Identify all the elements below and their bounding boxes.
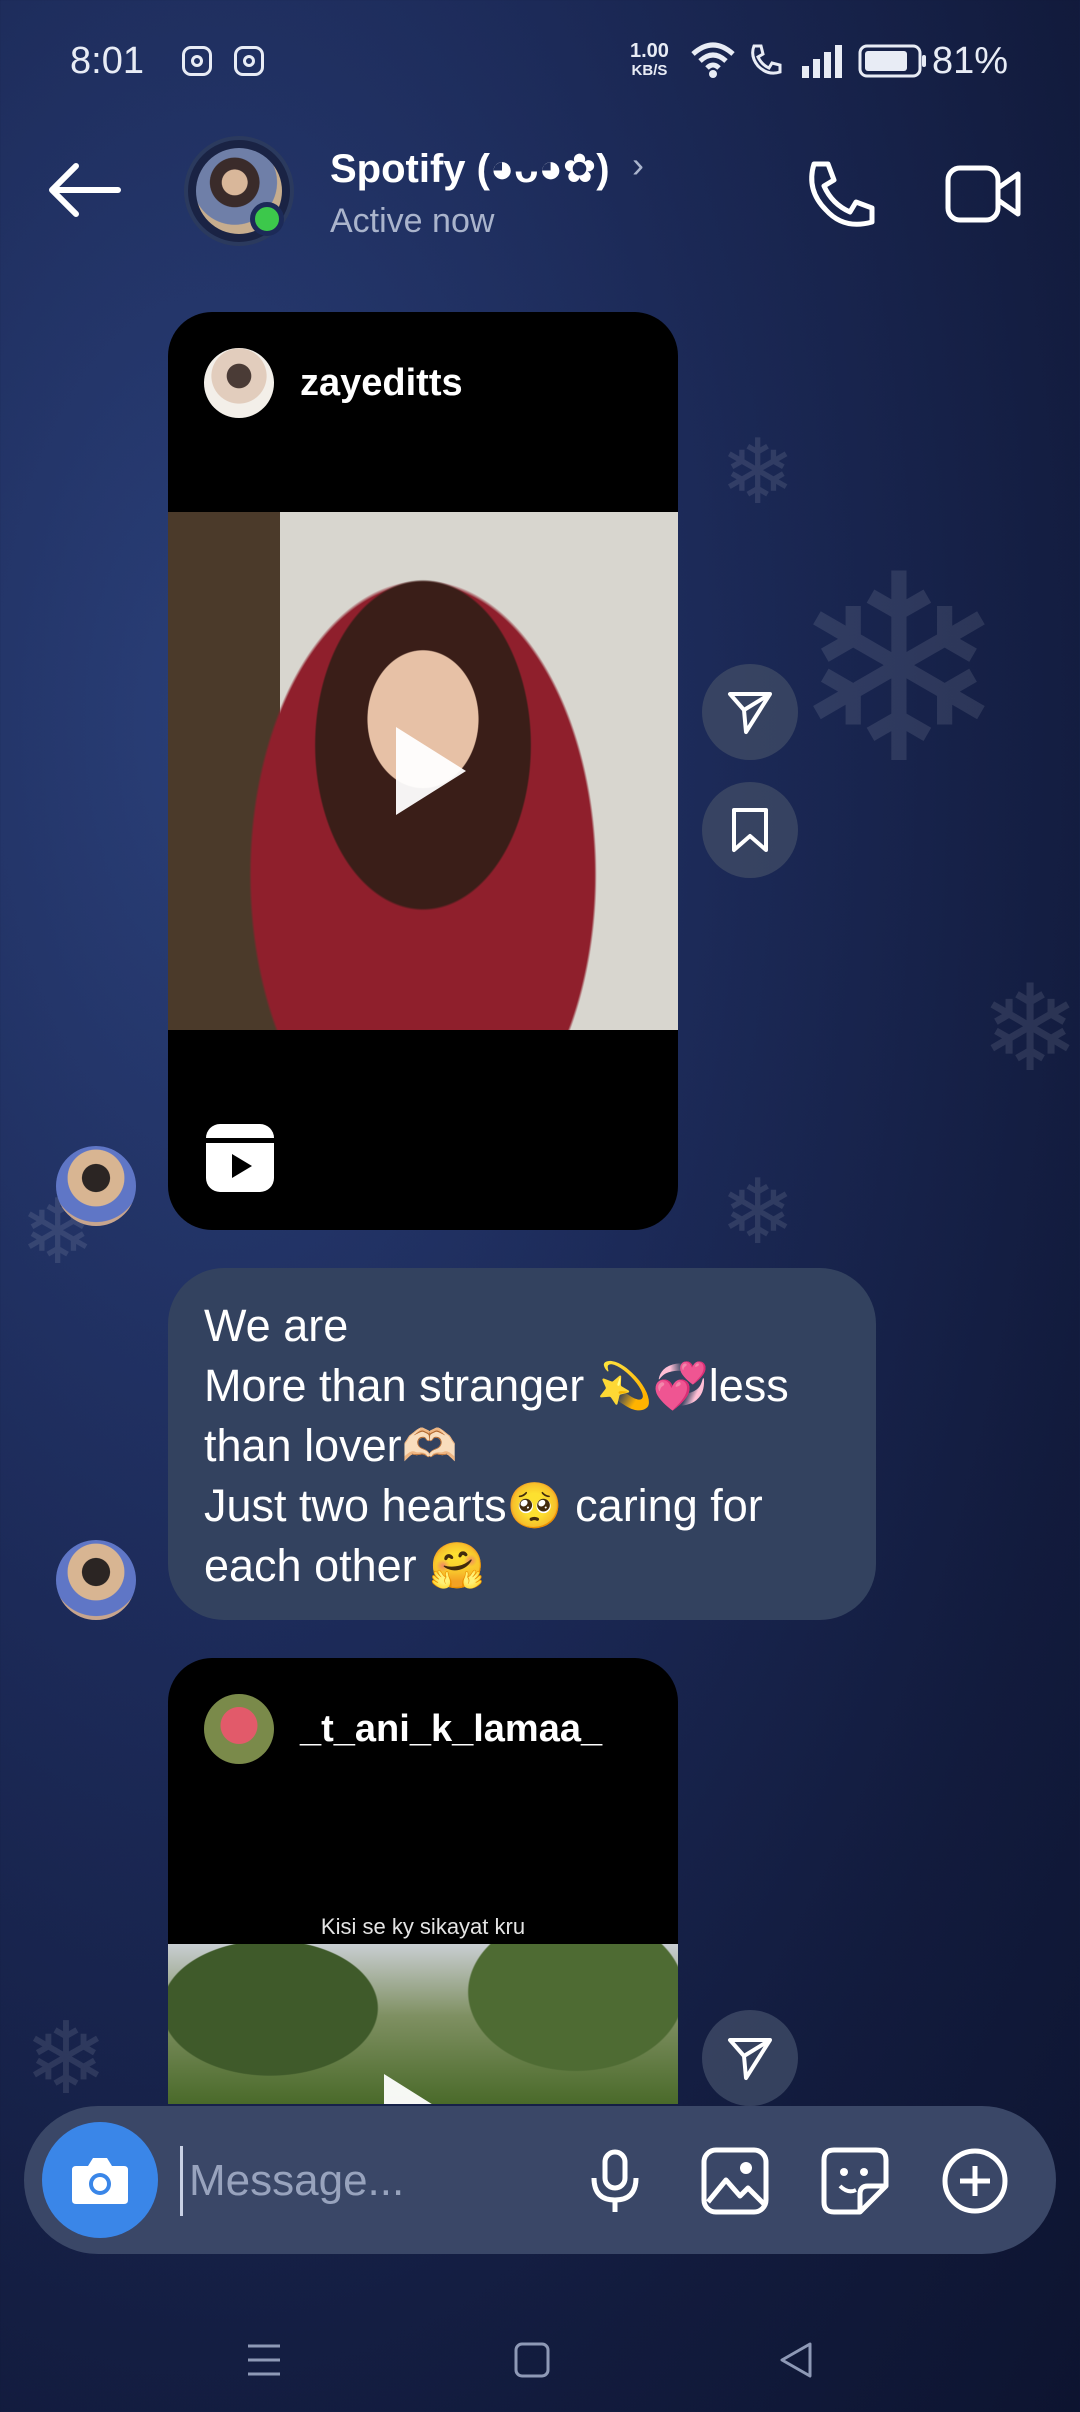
send-icon bbox=[728, 2038, 772, 2080]
status-time: 8:01 bbox=[70, 40, 144, 82]
message-line: More than stranger 💫💞less bbox=[204, 1360, 789, 1411]
network-speed-unit: KB/S bbox=[631, 62, 668, 79]
gallery-icon[interactable] bbox=[700, 2146, 770, 2216]
sticker-icon[interactable] bbox=[820, 2146, 890, 2216]
snowflake-decoration: ❄ bbox=[980, 960, 1080, 1099]
reel-author-username[interactable]: zayeditts bbox=[300, 362, 463, 405]
add-icon[interactable] bbox=[940, 2146, 1010, 2216]
network-speed: 1.00 KB/S bbox=[630, 40, 669, 80]
chevron-right-icon[interactable]: › bbox=[632, 144, 644, 186]
instagram-notification-icon bbox=[234, 46, 264, 76]
message-line: Just two hearts🥺 caring for bbox=[204, 1480, 763, 1531]
snowflake-decoration: ❄ bbox=[24, 2000, 108, 2117]
online-indicator bbox=[250, 202, 284, 236]
message-line: each other 🤗 bbox=[204, 1540, 486, 1591]
message-line: than lover🫶🏻 bbox=[204, 1420, 458, 1471]
snowflake-decoration: ❄ bbox=[720, 420, 796, 525]
sender-avatar[interactable] bbox=[56, 1540, 136, 1620]
wifi-calling-icon bbox=[751, 44, 782, 75]
snowflake-decoration: ❄ bbox=[720, 1160, 796, 1265]
reel-caption: Kisi se ky sikayat kru bbox=[320, 1914, 526, 1939]
share-button[interactable] bbox=[702, 2010, 798, 2106]
camera-icon bbox=[72, 2158, 128, 2204]
home-icon[interactable] bbox=[512, 2340, 552, 2380]
chat-title[interactable]: Spotify (◕ᴗ◕✿) bbox=[330, 146, 610, 192]
status-bar: 8:01 1.00 KB/S 81% bbox=[0, 0, 1080, 125]
reel-author-avatar bbox=[204, 1694, 274, 1764]
chat-active-status: Active now bbox=[330, 202, 495, 240]
chat-avatar[interactable] bbox=[184, 136, 294, 246]
send-icon bbox=[728, 692, 772, 734]
sender-avatar[interactable] bbox=[56, 1146, 136, 1226]
reels-icon bbox=[206, 1124, 274, 1192]
camera-button[interactable] bbox=[42, 2122, 158, 2238]
microphone-icon[interactable] bbox=[580, 2146, 650, 2216]
battery-icon bbox=[858, 44, 926, 78]
text-message-bubble[interactable]: We are More than stranger 💫💞less than lo… bbox=[168, 1268, 876, 1620]
back-icon[interactable] bbox=[776, 2340, 816, 2380]
message-composer bbox=[24, 2106, 1056, 2254]
play-icon bbox=[384, 2074, 454, 2104]
play-icon bbox=[396, 727, 466, 815]
wifi-icon bbox=[691, 42, 735, 78]
reel-thumbnail[interactable] bbox=[168, 1944, 678, 2104]
video-call-icon[interactable] bbox=[944, 160, 1024, 230]
system-nav-bar bbox=[0, 2290, 1080, 2412]
reel-author-avatar bbox=[204, 348, 274, 418]
message-input[interactable] bbox=[180, 2146, 581, 2216]
reel-thumbnail[interactable] bbox=[168, 512, 678, 1030]
save-button[interactable] bbox=[702, 782, 798, 878]
reel-author-username[interactable]: _t_ani_k_lamaa_ bbox=[300, 1708, 602, 1751]
instagram-notification-icon bbox=[182, 46, 212, 76]
back-arrow-icon[interactable] bbox=[46, 160, 122, 220]
voice-call-icon[interactable] bbox=[800, 156, 880, 236]
signal-icon bbox=[802, 45, 842, 78]
network-speed-value: 1.00 bbox=[630, 40, 669, 62]
battery-percent: 81% bbox=[932, 40, 1009, 82]
shared-reel-card[interactable]: _t_ani_k_lamaa_ Kisi se ky sikayat kru bbox=[168, 1658, 678, 2104]
message-line: We are bbox=[204, 1300, 349, 1351]
snowflake-decoration: ❄ bbox=[790, 520, 1008, 822]
share-button[interactable] bbox=[702, 664, 798, 760]
shared-reel-card[interactable]: zayeditts bbox=[168, 312, 678, 1230]
menu-icon[interactable] bbox=[244, 2340, 284, 2380]
bookmark-icon bbox=[732, 808, 768, 852]
